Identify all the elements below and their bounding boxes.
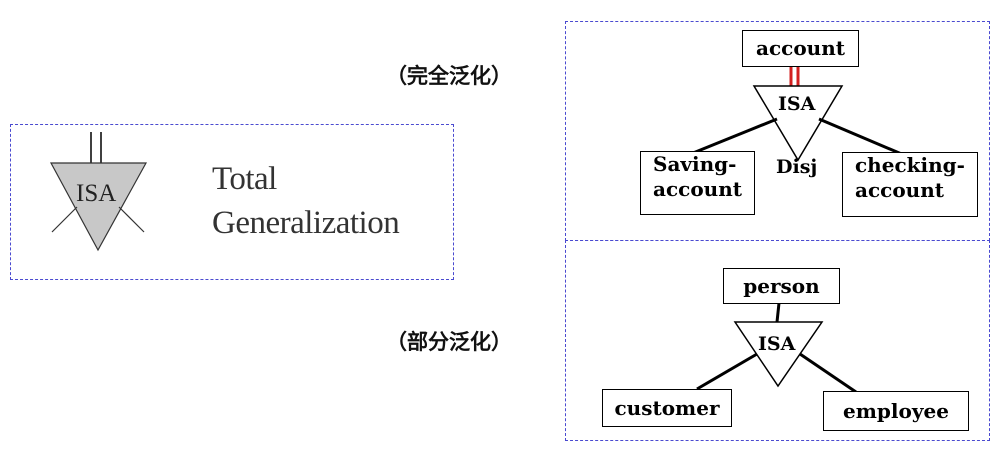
account-entity-label: account: [756, 36, 845, 60]
employee-entity-label: employee: [843, 398, 949, 423]
legend-spoke-right: [118, 206, 145, 233]
saving-account-line1: Saving-: [653, 152, 737, 176]
checking-account-line1: checking-: [855, 153, 965, 177]
customer-entity-label: customer: [614, 395, 720, 420]
partial-isa-label: ISA: [758, 333, 796, 355]
total-edge-left: [692, 117, 778, 155]
disjoint-label: Disj: [776, 156, 818, 178]
employee-entity: employee: [823, 391, 969, 431]
legend-title-line1: Total: [212, 161, 277, 197]
legend-isa-label: ISA: [76, 180, 117, 207]
person-entity: person: [723, 268, 840, 304]
saving-account-line2: account: [653, 177, 742, 201]
person-entity-label: person: [743, 273, 820, 298]
legend-spoke-left: [51, 206, 78, 233]
total-isa-label: ISA: [778, 93, 816, 115]
total-edge-right: [818, 117, 905, 157]
account-entity: account: [742, 30, 859, 67]
total-generalization-label: （完全泛化）: [386, 64, 512, 88]
partial-super-edge: [775, 302, 781, 323]
legend-title-line2: Generalization: [212, 205, 400, 241]
partial-generalization-label: （部分泛化）: [386, 330, 512, 354]
partial-edge-left: [696, 352, 758, 391]
checking-account-line2: account: [855, 178, 944, 202]
customer-entity: customer: [602, 389, 732, 427]
partial-edge-right: [799, 352, 857, 394]
saving-account-entity: Saving- account: [640, 151, 755, 215]
checking-account-entity: checking- account: [842, 152, 978, 217]
